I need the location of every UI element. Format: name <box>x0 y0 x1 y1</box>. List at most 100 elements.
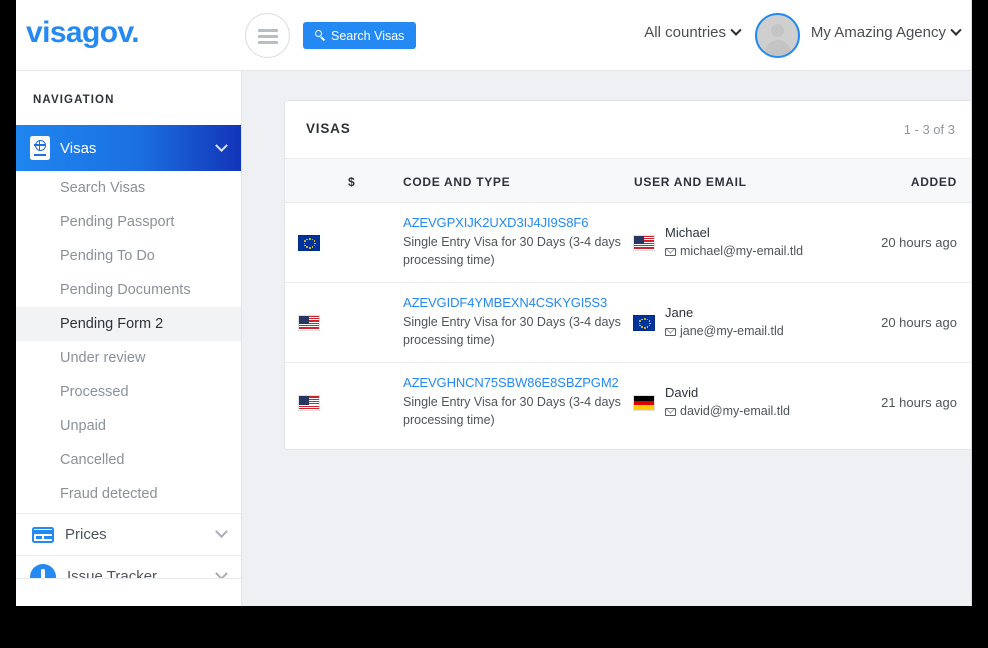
column-header-price[interactable]: $ <box>348 175 355 189</box>
code-and-type-cell: AZEVGHNCN75SBW86E8SBZPGM2 Single Entry Vi… <box>403 375 621 429</box>
chevron-down-icon <box>215 525 228 539</box>
table-row[interactable]: AZEVGPXIJK2UXD3IJ4JI9S8F6 Single Entry Vi… <box>285 203 971 283</box>
added-time-cell: 20 hours ago <box>881 234 957 250</box>
search-icon <box>315 30 326 42</box>
sidebar-item-label: Under review <box>60 350 146 366</box>
table-row[interactable]: AZEVGHNCN75SBW86E8SBZPGM2 Single Entry Vi… <box>285 363 971 443</box>
chevron-down-icon <box>215 138 228 152</box>
hamburger-bar <box>258 41 278 44</box>
user-eu-flag-icon <box>633 314 655 331</box>
destination-flag-cell <box>298 314 320 331</box>
destination-eu-flag-icon <box>298 234 320 251</box>
sidebar-item-label: Unpaid <box>60 418 106 434</box>
user-flag-cell <box>633 314 655 331</box>
sidebar: NAVIGATION Visas Search Visas Pending Pas… <box>16 71 242 606</box>
user-email-text: michael@my-email.tld <box>665 244 865 258</box>
user-us-flag-icon <box>633 234 655 251</box>
user-email-value: david@my-email.tld <box>680 404 790 418</box>
visas-table-body: AZEVGPXIJK2UXD3IJ4JI9S8F6 Single Entry Vi… <box>285 203 971 443</box>
sidebar-item-label: Prices <box>65 526 107 543</box>
column-header-added[interactable]: ADDED <box>911 175 957 189</box>
sidebar-item-pending-to-do[interactable]: Pending To Do <box>16 239 241 273</box>
visa-code-link[interactable]: AZEVGIDF4YMBEXN4CSKYGI5S3 <box>403 295 621 310</box>
visas-card: VISAS 1 - 3 of 3 $ CODE AND TYPE USER AN… <box>284 100 971 450</box>
envelope-icon <box>665 328 676 336</box>
visa-type-text: Single Entry Visa for 30 Days (3-4 days … <box>403 395 621 427</box>
code-and-type-cell: AZEVGPXIJK2UXD3IJ4JI9S8F6 Single Entry Vi… <box>403 215 621 269</box>
sidebar-footer <box>16 578 241 606</box>
country-filter-label: All countries <box>644 24 726 41</box>
user-name-text: Michael <box>665 225 710 240</box>
search-visas-button[interactable]: Search Visas <box>303 22 417 49</box>
visas-card-header: VISAS 1 - 3 of 3 <box>285 101 971 159</box>
sidebar-item-label: Pending To Do <box>60 248 155 264</box>
sidebar-item-label: Search Visas <box>60 180 146 196</box>
top-header-bar: visagov. Search Visas All countries My A… <box>16 0 971 71</box>
column-header-code-and-type[interactable]: CODE AND TYPE <box>403 175 510 189</box>
envelope-icon <box>665 408 676 416</box>
added-time-cell: 20 hours ago <box>881 314 957 330</box>
user-email-value: michael@my-email.tld <box>680 244 804 258</box>
sidebar-item-fraud-detected[interactable]: Fraud detected <box>16 477 241 511</box>
brand-logo[interactable]: visagov. <box>26 16 140 50</box>
page-title: VISAS <box>306 121 351 136</box>
avatar[interactable] <box>755 13 800 58</box>
sidebar-item-processed[interactable]: Processed <box>16 375 241 409</box>
destination-flag-cell <box>298 395 320 411</box>
sidebar-item-prices[interactable]: Prices <box>16 513 241 555</box>
column-header-user-and-email[interactable]: USER AND EMAIL <box>634 175 747 189</box>
user-email-value: jane@my-email.tld <box>680 324 784 338</box>
visa-code-link[interactable]: AZEVGPXIJK2UXD3IJ4JI9S8F6 <box>403 215 621 230</box>
user-name-text: David <box>665 385 699 400</box>
sidebar-item-unpaid[interactable]: Unpaid <box>16 409 241 443</box>
user-flag-cell <box>633 234 655 251</box>
sidebar-item-pending-passport[interactable]: Pending Passport <box>16 205 241 239</box>
sidebar-item-visas-label: Visas <box>60 139 97 157</box>
user-email-text: david@my-email.tld <box>665 404 865 418</box>
sidebar-heading: NAVIGATION <box>33 94 115 106</box>
sidebar-item-pending-form-2[interactable]: Pending Form 2 <box>16 307 241 341</box>
visa-type-text: Single Entry Visa for 30 Days (3-4 days … <box>403 235 621 267</box>
agency-dropdown[interactable]: My Amazing Agency <box>810 24 962 41</box>
passport-globe-icon <box>30 136 50 160</box>
user-and-email-cell: David david@my-email.tld <box>665 385 865 418</box>
sidebar-item-label: Pending Documents <box>60 282 191 298</box>
visa-code-link[interactable]: AZEVGHNCN75SBW86E8SBZPGM2 <box>403 375 621 390</box>
user-email-text: jane@my-email.tld <box>665 324 865 338</box>
hamburger-bar <box>258 29 278 32</box>
sidebar-item-label: Fraud detected <box>60 486 158 502</box>
hamburger-menu-icon[interactable] <box>245 13 290 58</box>
sidebar-item-label: Pending Passport <box>60 214 175 230</box>
credit-card-icon <box>32 526 54 543</box>
sidebar-item-label: Pending Form 2 <box>60 316 164 332</box>
sidebar-item-under-review[interactable]: Under review <box>16 341 241 375</box>
main-content: VISAS 1 - 3 of 3 $ CODE AND TYPE USER AN… <box>242 71 971 606</box>
app-viewport: visagov. Search Visas All countries My A… <box>16 0 972 606</box>
user-flag-cell <box>633 395 655 411</box>
added-time-cell: 21 hours ago <box>881 395 957 410</box>
avatar-body <box>764 40 791 56</box>
user-name-text: Jane <box>665 305 694 320</box>
visa-type-text: Single Entry Visa for 30 Days (3-4 days … <box>403 315 621 347</box>
sidebar-item-visas[interactable]: Visas <box>16 125 241 171</box>
sidebar-item-pending-documents[interactable]: Pending Documents <box>16 273 241 307</box>
pagination-count: 1 - 3 of 3 <box>903 122 955 137</box>
sidebar-item-label: Cancelled <box>60 452 125 468</box>
table-header-row: $ CODE AND TYPE USER AND EMAIL ADDED <box>285 159 971 203</box>
search-visas-button-label: Search Visas <box>331 28 405 43</box>
sidebar-item-label: Processed <box>60 384 129 400</box>
table-row[interactable]: AZEVGIDF4YMBEXN4CSKYGI5S3 Single Entry Vi… <box>285 283 971 363</box>
hamburger-bar <box>258 35 278 38</box>
chevron-down-icon <box>950 24 962 36</box>
sidebar-item-cancelled[interactable]: Cancelled <box>16 443 241 477</box>
code-and-type-cell: AZEVGIDF4YMBEXN4CSKYGI5S3 Single Entry Vi… <box>403 295 621 349</box>
country-filter-dropdown[interactable]: All countries <box>644 24 742 41</box>
user-and-email-cell: Jane jane@my-email.tld <box>665 305 865 338</box>
destination-us-flag-icon <box>298 314 320 331</box>
agency-label: My Amazing Agency <box>810 24 946 41</box>
sidebar-item-search-visas[interactable]: Search Visas <box>16 171 241 205</box>
user-de-flag-icon <box>633 395 655 411</box>
destination-us-flag-icon <box>298 395 320 411</box>
envelope-icon <box>665 248 676 256</box>
avatar-head <box>771 24 784 37</box>
